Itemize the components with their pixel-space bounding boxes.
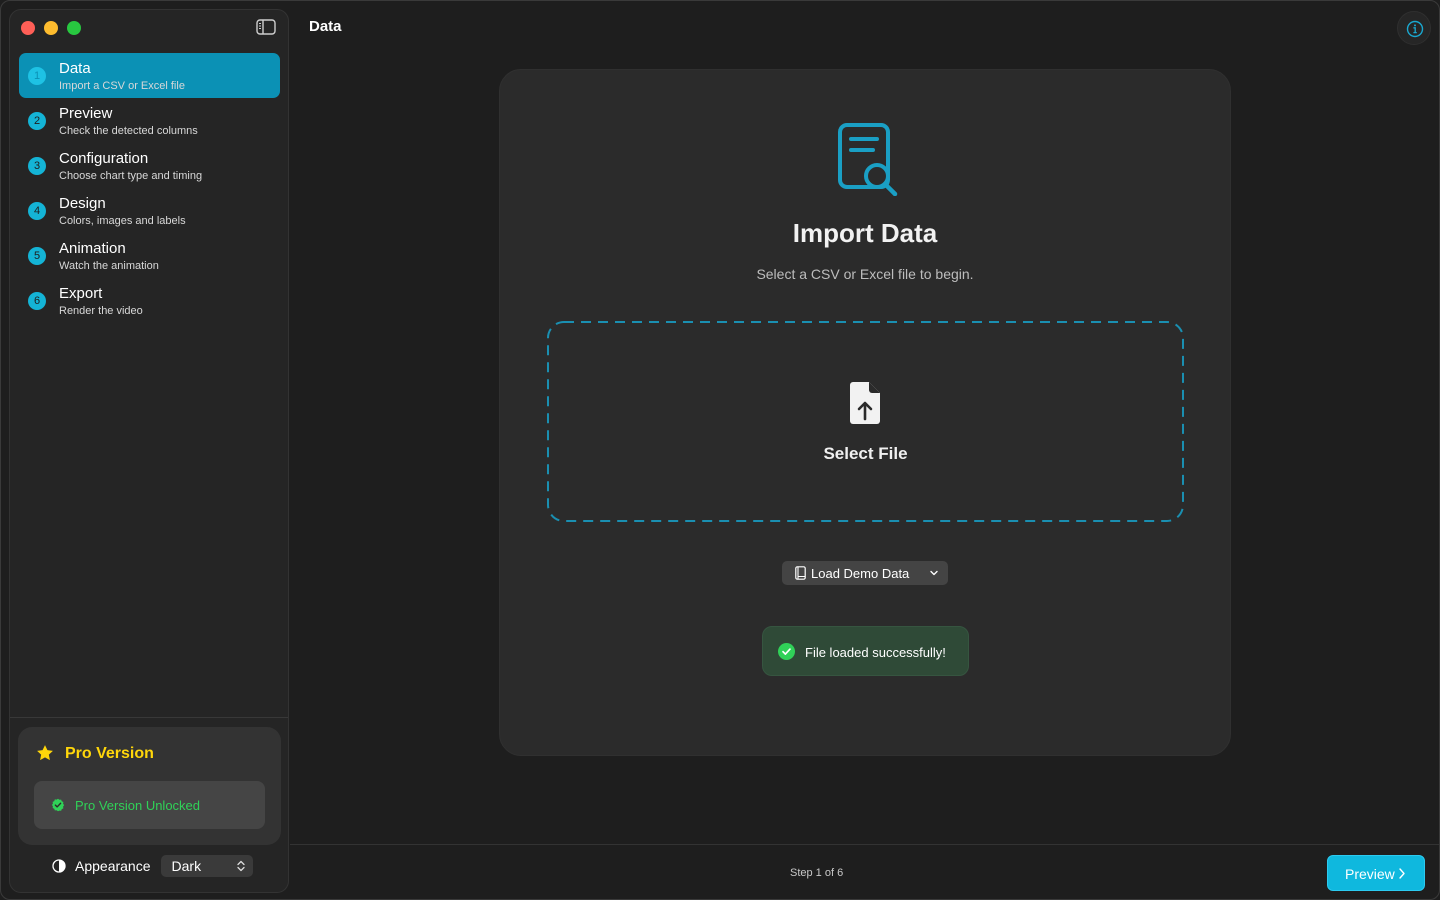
step-title: Data [59, 60, 91, 77]
pro-version-title: Pro Version [65, 745, 154, 762]
step-item-export[interactable]: 6 Export Render the video [19, 278, 280, 323]
step-number-badge: 3 [28, 157, 46, 175]
step-number-badge: 6 [28, 292, 46, 310]
steps-list: 1 Data Import a CSV or Excel file 2 Prev… [19, 53, 280, 323]
sidebar-toggle-button[interactable] [256, 19, 276, 35]
step-item-configuration[interactable]: 3 Configuration Choose chart type and ti… [19, 143, 280, 188]
chevron-up-down-icon [236, 860, 245, 872]
chevron-down-icon[interactable] [930, 570, 938, 576]
app-window: 1 Data Import a CSV or Excel file 2 Prev… [0, 0, 1440, 900]
step-title: Design [59, 195, 106, 212]
load-demo-data-button[interactable]: Load Demo Data [782, 561, 948, 585]
import-subtitle: Select a CSV or Excel file to begin. [756, 266, 974, 282]
checkmark-seal-icon [51, 798, 65, 812]
info-button[interactable] [1397, 11, 1431, 45]
step-title: Export [59, 285, 103, 302]
step-title: Configuration [59, 150, 149, 167]
pro-status-text: Pro Version Unlocked [75, 798, 201, 813]
sidebar-left-icon [256, 19, 276, 35]
toast-message: File loaded successfully! [805, 645, 946, 660]
step-subtitle: Colors, images and labels [59, 215, 186, 227]
step-subtitle: Import a CSV or Excel file [59, 80, 185, 92]
appearance-select[interactable]: Dark [160, 855, 253, 877]
sidebar-divider [10, 717, 288, 718]
step-number-badge: 5 [28, 247, 46, 265]
step-counter: Step 1 of 6 [790, 867, 844, 879]
step-number-badge: 2 [28, 112, 46, 130]
next-preview-button[interactable]: Preview [1327, 855, 1425, 891]
page-title: Data [309, 18, 342, 35]
minimize-button[interactable] [44, 21, 58, 35]
close-button[interactable] [21, 21, 35, 35]
import-title: Import Data [792, 218, 938, 248]
next-button-label: Preview [1345, 866, 1395, 882]
appearance-label: Appearance [75, 858, 151, 874]
load-demo-data-label: Load Demo Data [811, 566, 910, 581]
checkmark-circle-icon [778, 643, 795, 660]
info-icon [1406, 20, 1424, 38]
chevron-right-icon [1399, 868, 1405, 879]
appearance-value: Dark [171, 858, 202, 874]
step-number-badge: 1 [28, 67, 46, 85]
success-toast: File loaded successfully! [762, 626, 969, 676]
pro-version-card: Pro Version Pro Version Unlocked [18, 727, 281, 845]
step-number-badge: 4 [28, 202, 46, 220]
import-card: Import Data Select a CSV or Excel file t… [499, 69, 1231, 756]
appearance-row: Appearance Dark [52, 855, 253, 877]
step-title: Preview [59, 105, 113, 122]
step-item-data[interactable]: 1 Data Import a CSV or Excel file [19, 53, 280, 98]
file-dropzone[interactable]: Select File [547, 321, 1184, 522]
step-item-preview[interactable]: 2 Preview Check the detected columns [19, 98, 280, 143]
window-controls [21, 21, 81, 35]
document-search-icon [838, 123, 898, 196]
step-title: Animation [59, 240, 126, 257]
step-subtitle: Render the video [59, 305, 143, 317]
sidebar: 1 Data Import a CSV or Excel file 2 Prev… [9, 9, 289, 893]
book-icon [795, 566, 806, 580]
file-upload-icon [850, 382, 880, 424]
step-subtitle: Check the detected columns [59, 125, 198, 137]
step-item-animation[interactable]: 5 Animation Watch the animation [19, 233, 280, 278]
step-item-design[interactable]: 4 Design Colors, images and labels [19, 188, 280, 233]
pro-status-box: Pro Version Unlocked [34, 781, 265, 829]
star-icon [37, 745, 53, 761]
step-subtitle: Choose chart type and timing [59, 170, 203, 182]
contrast-icon [52, 859, 66, 873]
step-subtitle: Watch the animation [59, 260, 159, 272]
select-file-label: Select File [823, 444, 908, 463]
zoom-button[interactable] [67, 21, 81, 35]
footer-divider [290, 844, 1439, 845]
